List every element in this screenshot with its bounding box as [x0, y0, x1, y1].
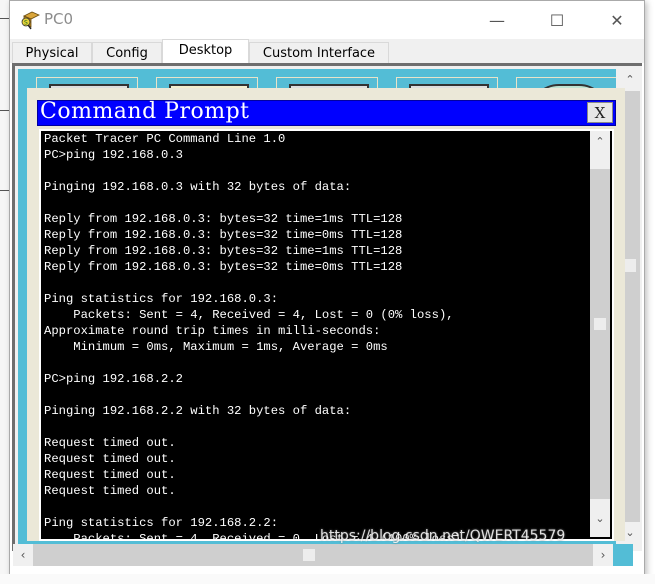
edge-marker: [0, 18, 9, 19]
background-bottom: [0, 574, 655, 584]
command-prompt-window: Command Prompt X Packet Tracer PC Comman…: [27, 88, 625, 541]
packet-tracer-app-icon: S: [21, 11, 40, 30]
scroll-up-icon[interactable]: ⌃: [590, 131, 610, 169]
console-output[interactable]: Packet Tracer PC Command Line 1.0 PC>pin…: [39, 129, 614, 541]
scroll-thumb[interactable]: [303, 549, 315, 561]
scroll-down-icon[interactable]: ⌄: [590, 499, 610, 537]
edge-marker: [0, 110, 9, 111]
scroll-corner: [613, 544, 633, 566]
watermark: https://blog.csdn.net/QWERT45579: [320, 528, 566, 544]
console-vertical-scrollbar[interactable]: ⌃ ⌄: [590, 131, 610, 537]
command-prompt-titlebar: Command Prompt X: [37, 99, 616, 126]
scroll-left-icon[interactable]: ‹: [13, 544, 33, 566]
desktop-horizontal-scrollbar[interactable]: ‹ ›: [13, 544, 633, 566]
minimize-button[interactable]: —: [474, 1, 520, 39]
tab-desktop[interactable]: Desktop: [162, 39, 249, 64]
close-button[interactable]: ✕: [594, 1, 640, 39]
tab-physical[interactable]: Physical: [12, 42, 92, 63]
maximize-button[interactable]: ☐: [534, 1, 580, 39]
pc0-window: S PC0 — ☐ ✕ Physical Config Desktop Cust…: [9, 0, 645, 576]
title-bar[interactable]: S PC0 — ☐ ✕: [10, 1, 644, 39]
tab-bar: Physical Config Desktop Custom Interface: [10, 39, 644, 64]
close-icon: ✕: [610, 10, 624, 30]
window-title: PC0: [44, 10, 74, 28]
console-text[interactable]: Packet Tracer PC Command Line 1.0 PC>pin…: [44, 131, 589, 539]
command-prompt-close-button[interactable]: X: [587, 102, 613, 123]
maximize-icon: ☐: [549, 10, 565, 30]
svg-text:S: S: [24, 20, 28, 27]
edge-marker: [0, 190, 9, 191]
minimize-icon: —: [489, 10, 505, 30]
scroll-right-icon[interactable]: ›: [593, 544, 613, 566]
tab-custom-interface[interactable]: Custom Interface: [249, 42, 389, 63]
tab-config[interactable]: Config: [92, 42, 162, 63]
scroll-thumb[interactable]: [594, 318, 606, 330]
command-prompt-title: Command Prompt: [40, 99, 250, 124]
